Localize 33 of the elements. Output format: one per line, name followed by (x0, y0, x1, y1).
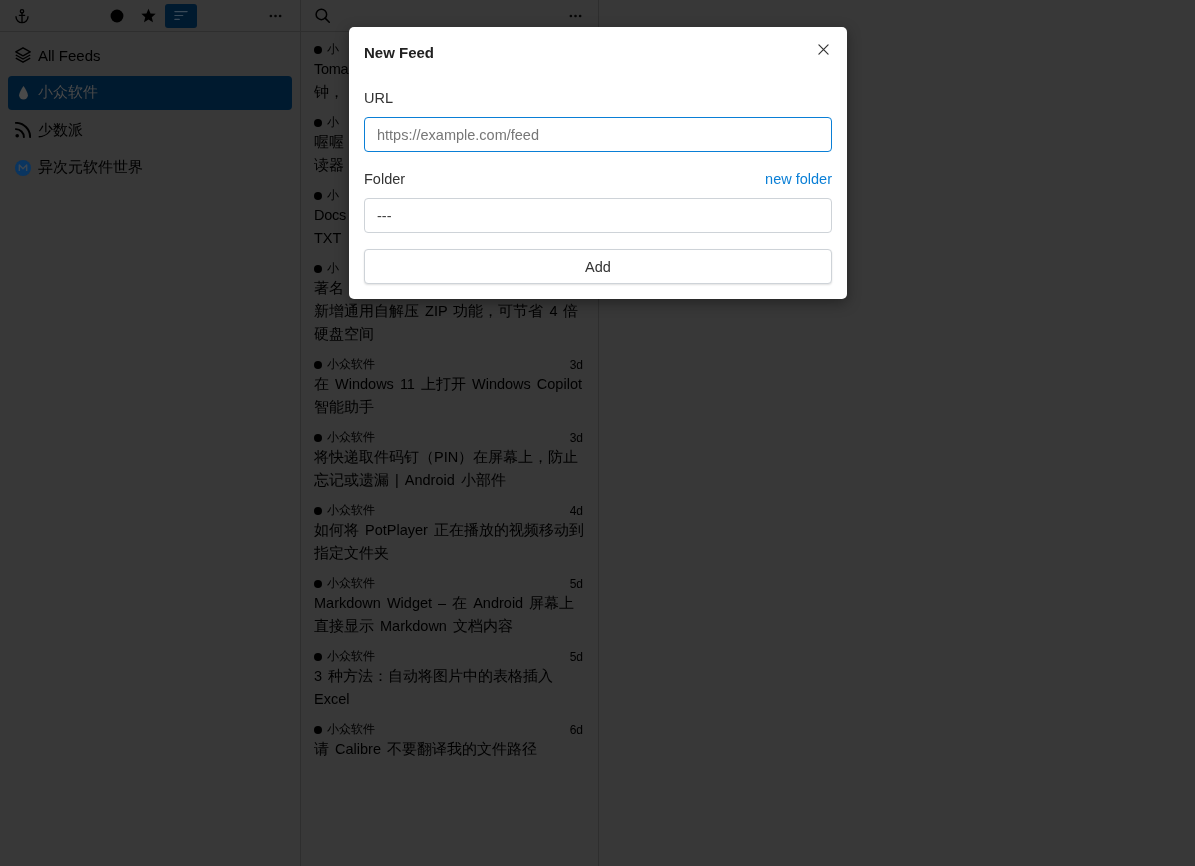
article-time: 3d (569, 430, 583, 445)
more-icon (268, 13, 282, 18)
field-label: Folder (364, 170, 406, 189)
close-button[interactable] (818, 44, 829, 55)
article-time: 5d (569, 649, 583, 664)
url-input[interactable]: https://example.com/feed (364, 117, 832, 152)
droplet-icon (18, 85, 28, 100)
more-icon (568, 13, 582, 18)
article-time: 4d (569, 503, 583, 518)
logo-disc-icon (15, 159, 31, 176)
article-title[interactable]: Docs (314, 204, 346, 227)
sidebar-item[interactable]: All Feeds (8, 38, 292, 72)
folder-select[interactable]: --- (364, 198, 832, 233)
article-title[interactable]: Toma (314, 58, 349, 81)
new-folder-link[interactable]: new folder (765, 169, 832, 189)
field-label: URL (364, 89, 393, 108)
article-time: 5d (569, 576, 583, 591)
search-icon (314, 8, 330, 23)
close-icon (818, 44, 829, 55)
lines-icon (173, 10, 188, 21)
rss-icon (15, 122, 31, 138)
dialog-title: New Feed (364, 43, 435, 63)
article-title[interactable]: TXT (314, 227, 342, 250)
all-filter-button[interactable] (164, 3, 197, 28)
layers-icon (15, 47, 31, 63)
sidebar-item[interactable]: 少数派 (8, 113, 292, 147)
sidebar-item[interactable]: 小众软件 (8, 75, 292, 110)
add-button[interactable]: Add (364, 249, 832, 284)
article-time: 6d (569, 722, 583, 737)
anchor-icon (14, 7, 30, 24)
star-icon (141, 8, 156, 23)
article-time: 3d (569, 357, 583, 372)
filled-circle-icon (109, 8, 124, 23)
